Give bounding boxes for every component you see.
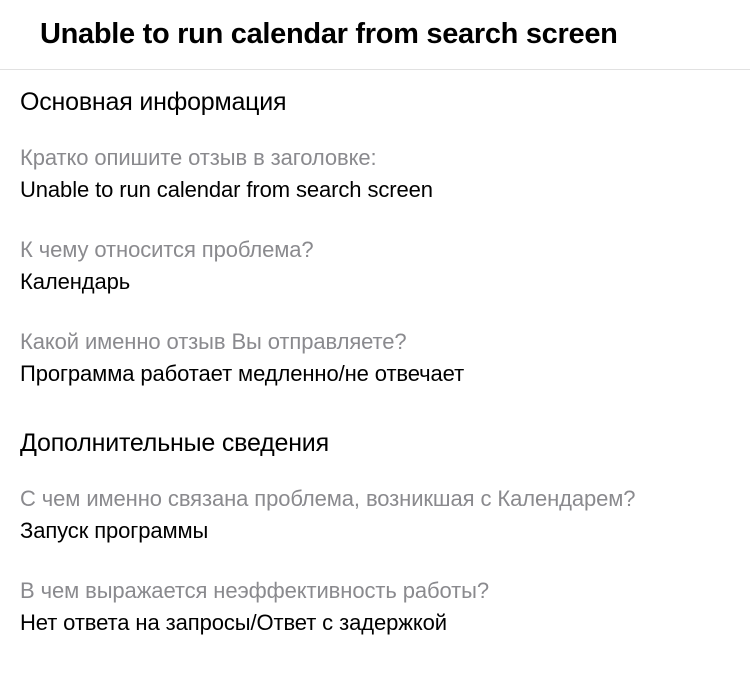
field-summary: Кратко опишите отзыв в заголовке: Unable… xyxy=(20,145,730,203)
content-area: Основная информация Кратко опишите отзыв… xyxy=(0,70,750,636)
field-value-summary: Unable to run calendar from search scree… xyxy=(20,177,730,203)
field-value-problem-detail: Запуск программы xyxy=(20,518,730,544)
field-label-summary: Кратко опишите отзыв в заголовке: xyxy=(20,145,730,171)
field-label-feedback-type: Какой именно отзыв Вы отправляете? xyxy=(20,329,730,355)
field-problem-detail: С чем именно связана проблема, возникшая… xyxy=(20,486,730,544)
field-value-inefficiency: Нет ответа на запросы/Ответ с задержкой xyxy=(20,610,730,636)
field-inefficiency: В чем выражается неэффективность работы?… xyxy=(20,578,730,636)
field-feedback-type: Какой именно отзыв Вы отправляете? Прогр… xyxy=(20,329,730,387)
field-label-inefficiency: В чем выражается неэффективность работы? xyxy=(20,578,730,604)
section-heading-additional: Дополнительные сведения xyxy=(20,429,730,458)
field-label-area: К чему относится проблема? xyxy=(20,237,730,263)
field-area: К чему относится проблема? Календарь xyxy=(20,237,730,295)
field-value-feedback-type: Программа работает медленно/не отвечает xyxy=(20,361,730,387)
field-label-problem-detail: С чем именно связана проблема, возникшая… xyxy=(20,486,730,512)
field-value-area: Календарь xyxy=(20,269,730,295)
page-title: Unable to run calendar from search scree… xyxy=(40,18,730,51)
page-header: Unable to run calendar from search scree… xyxy=(0,0,750,70)
section-heading-basic: Основная информация xyxy=(20,88,730,117)
